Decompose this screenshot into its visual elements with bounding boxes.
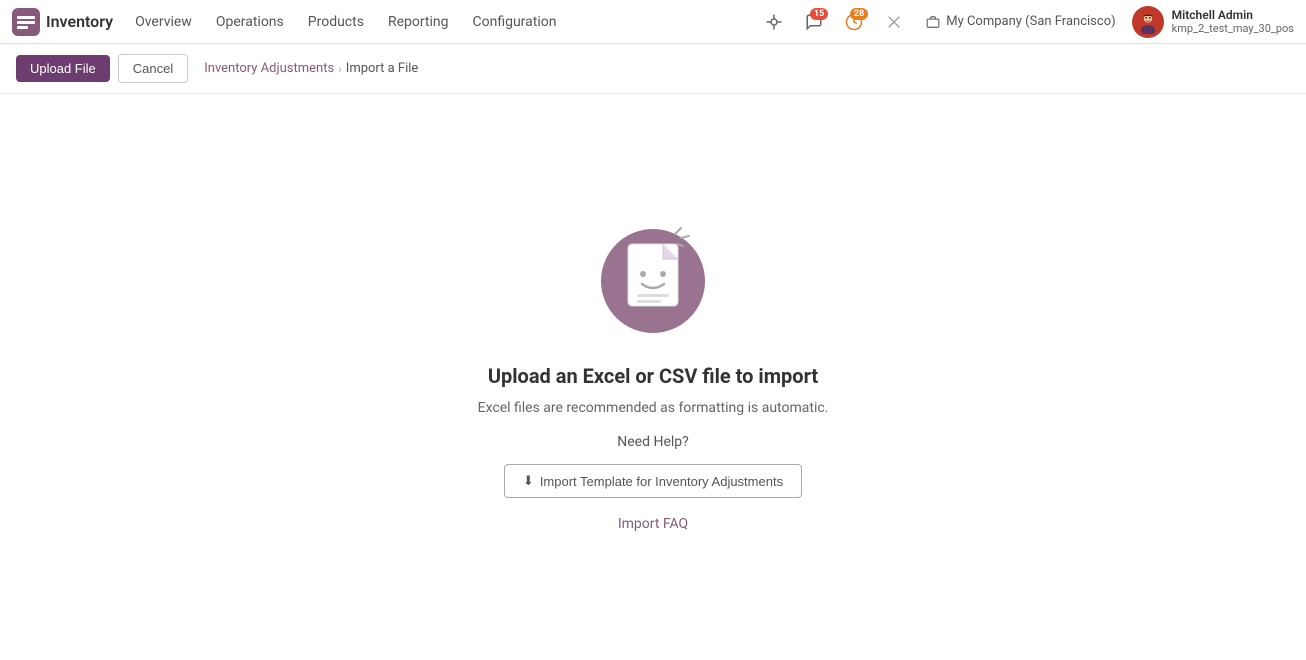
nav-products[interactable]: Products [298,8,374,36]
chat-badge: 15 [810,8,828,20]
toolbar: Upload File Cancel Inventory Adjustments… [0,44,1306,94]
user-sub: kmp_2_test_may_30_pos [1172,22,1294,35]
clock-badge: 28 [850,8,868,20]
navbar: Inventory Overview Operations Products R… [0,0,1306,44]
main-content: Upload an Excel or CSV file to import Ex… [0,94,1306,654]
upload-title: Upload an Excel or CSV file to import [488,364,818,388]
company-name: My Company (San Francisco) [946,14,1115,29]
chat-icon-btn[interactable]: 15 [798,6,830,38]
wrench-icon-btn[interactable] [878,6,910,38]
nav-overview[interactable]: Overview [125,8,202,36]
nav-reporting[interactable]: Reporting [378,8,459,36]
user-name: Mitchell Admin [1172,8,1294,22]
bug-icon-btn[interactable] [758,6,790,38]
download-icon: ⬇ [523,473,534,489]
upload-file-button[interactable]: Upload File [16,55,110,82]
import-faq-link[interactable]: Import FAQ [618,516,688,532]
cancel-button[interactable]: Cancel [118,54,188,83]
clock-icon-btn[interactable]: 28 [838,6,870,38]
nav-operations[interactable]: Operations [206,8,294,36]
nav-configuration[interactable]: Configuration [463,8,567,36]
upload-subtitle: Excel files are recommended as formattin… [478,400,829,416]
need-help-text: Need Help? [617,434,689,450]
breadcrumb-separator: › [338,62,342,76]
navbar-right: 15 28 My Company (San Francisco) [758,6,1294,38]
breadcrumb-current: Import a File [346,61,419,76]
brand-name: Inventory [46,12,113,31]
user-info[interactable]: Mitchell Admin kmp_2_test_may_30_pos [1172,8,1294,35]
brand-icon [12,8,40,36]
import-template-button[interactable]: ⬇ Import Template for Inventory Adjustme… [504,464,802,498]
avatar-image [1136,10,1160,34]
company-icon [926,15,940,29]
company-selector[interactable]: My Company (San Francisco) [918,10,1123,33]
breadcrumb: Inventory Adjustments › Import a File [204,61,418,76]
user-avatar[interactable] [1132,6,1164,38]
brand[interactable]: Inventory [12,8,113,36]
import-template-label: Import Template for Inventory Adjustment… [540,474,783,489]
breadcrumb-parent[interactable]: Inventory Adjustments [204,61,334,76]
upload-illustration [593,216,713,336]
